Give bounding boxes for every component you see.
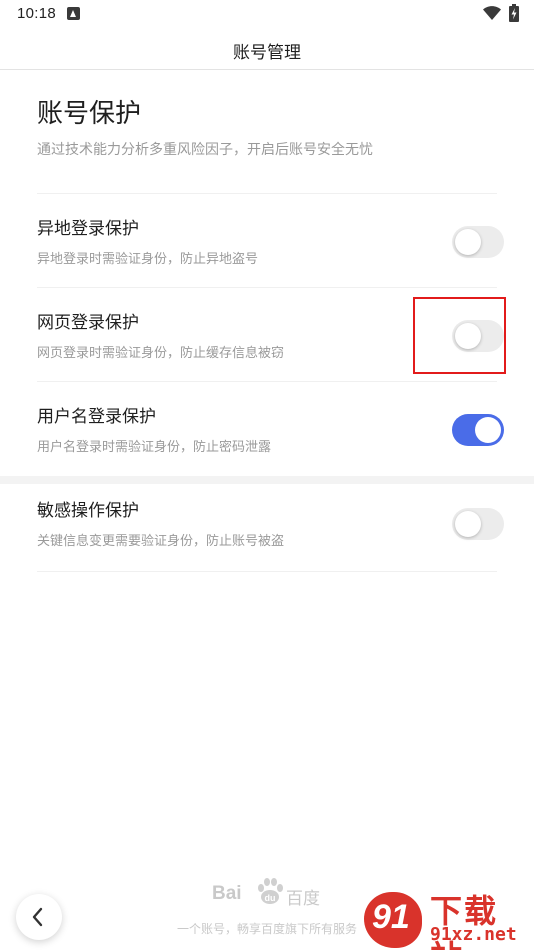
watermark-logo: 91 下载站 91xz.net [364,884,530,950]
section-title: 账号保护 [37,99,142,129]
divider [37,571,497,572]
toggle-knob [455,229,481,255]
watermark-number: 91 [372,898,410,936]
setting-row-username-login: 用户名登录保护 用户名登录时需验证身份，防止密码泄露 [0,382,534,476]
logo-text-du: du [265,893,276,903]
app-notification-icon [67,7,80,20]
setting-title: 敏感操作保护 [37,501,139,521]
logo-text-bai: Bai [212,883,242,904]
remote-login-toggle[interactable] [452,226,504,258]
setting-title: 网页登录保护 [37,313,139,333]
status-time: 10:18 [17,5,57,22]
setting-description: 网页登录时需验证身份，防止缓存信息被窃 [37,346,285,361]
back-button[interactable] [16,894,62,940]
status-bar: 10:18 [0,0,534,30]
highlight-box [413,297,506,374]
paw-icon: du [258,878,283,904]
setting-row-remote-login: 异地登录保护 异地登录时需验证身份，防止异地盗号 [0,194,534,288]
wifi-icon [483,6,501,20]
sensitive-operation-toggle[interactable] [452,508,504,540]
chevron-left-icon [32,907,43,927]
page-title: 账号管理 [233,43,301,63]
setting-description: 异地登录时需验证身份，防止异地盗号 [37,252,259,267]
toggle-knob [475,417,501,443]
section-description: 通过技术能力分析多重风险因子，开启后账号安全无忧 [37,142,373,158]
watermark-url: 91xz.net [430,924,517,945]
username-login-toggle[interactable] [452,414,504,446]
toggle-knob [455,511,481,537]
top-bar: 账号管理 [0,30,534,70]
battery-charging-icon [509,4,519,22]
logo-text-cn: 百度 [286,889,320,909]
setting-description: 用户名登录时需验证身份，防止密码泄露 [37,440,272,455]
setting-title: 异地登录保护 [37,219,139,239]
setting-description: 关键信息变更需要验证身份，防止账号被盗 [37,534,285,549]
setting-title: 用户名登录保护 [37,407,156,427]
baidu-logo: Bai du 百度 [212,876,324,910]
setting-row-sensitive-operation: 敏感操作保护 关键信息变更需要验证身份，防止账号被盗 [0,476,534,570]
